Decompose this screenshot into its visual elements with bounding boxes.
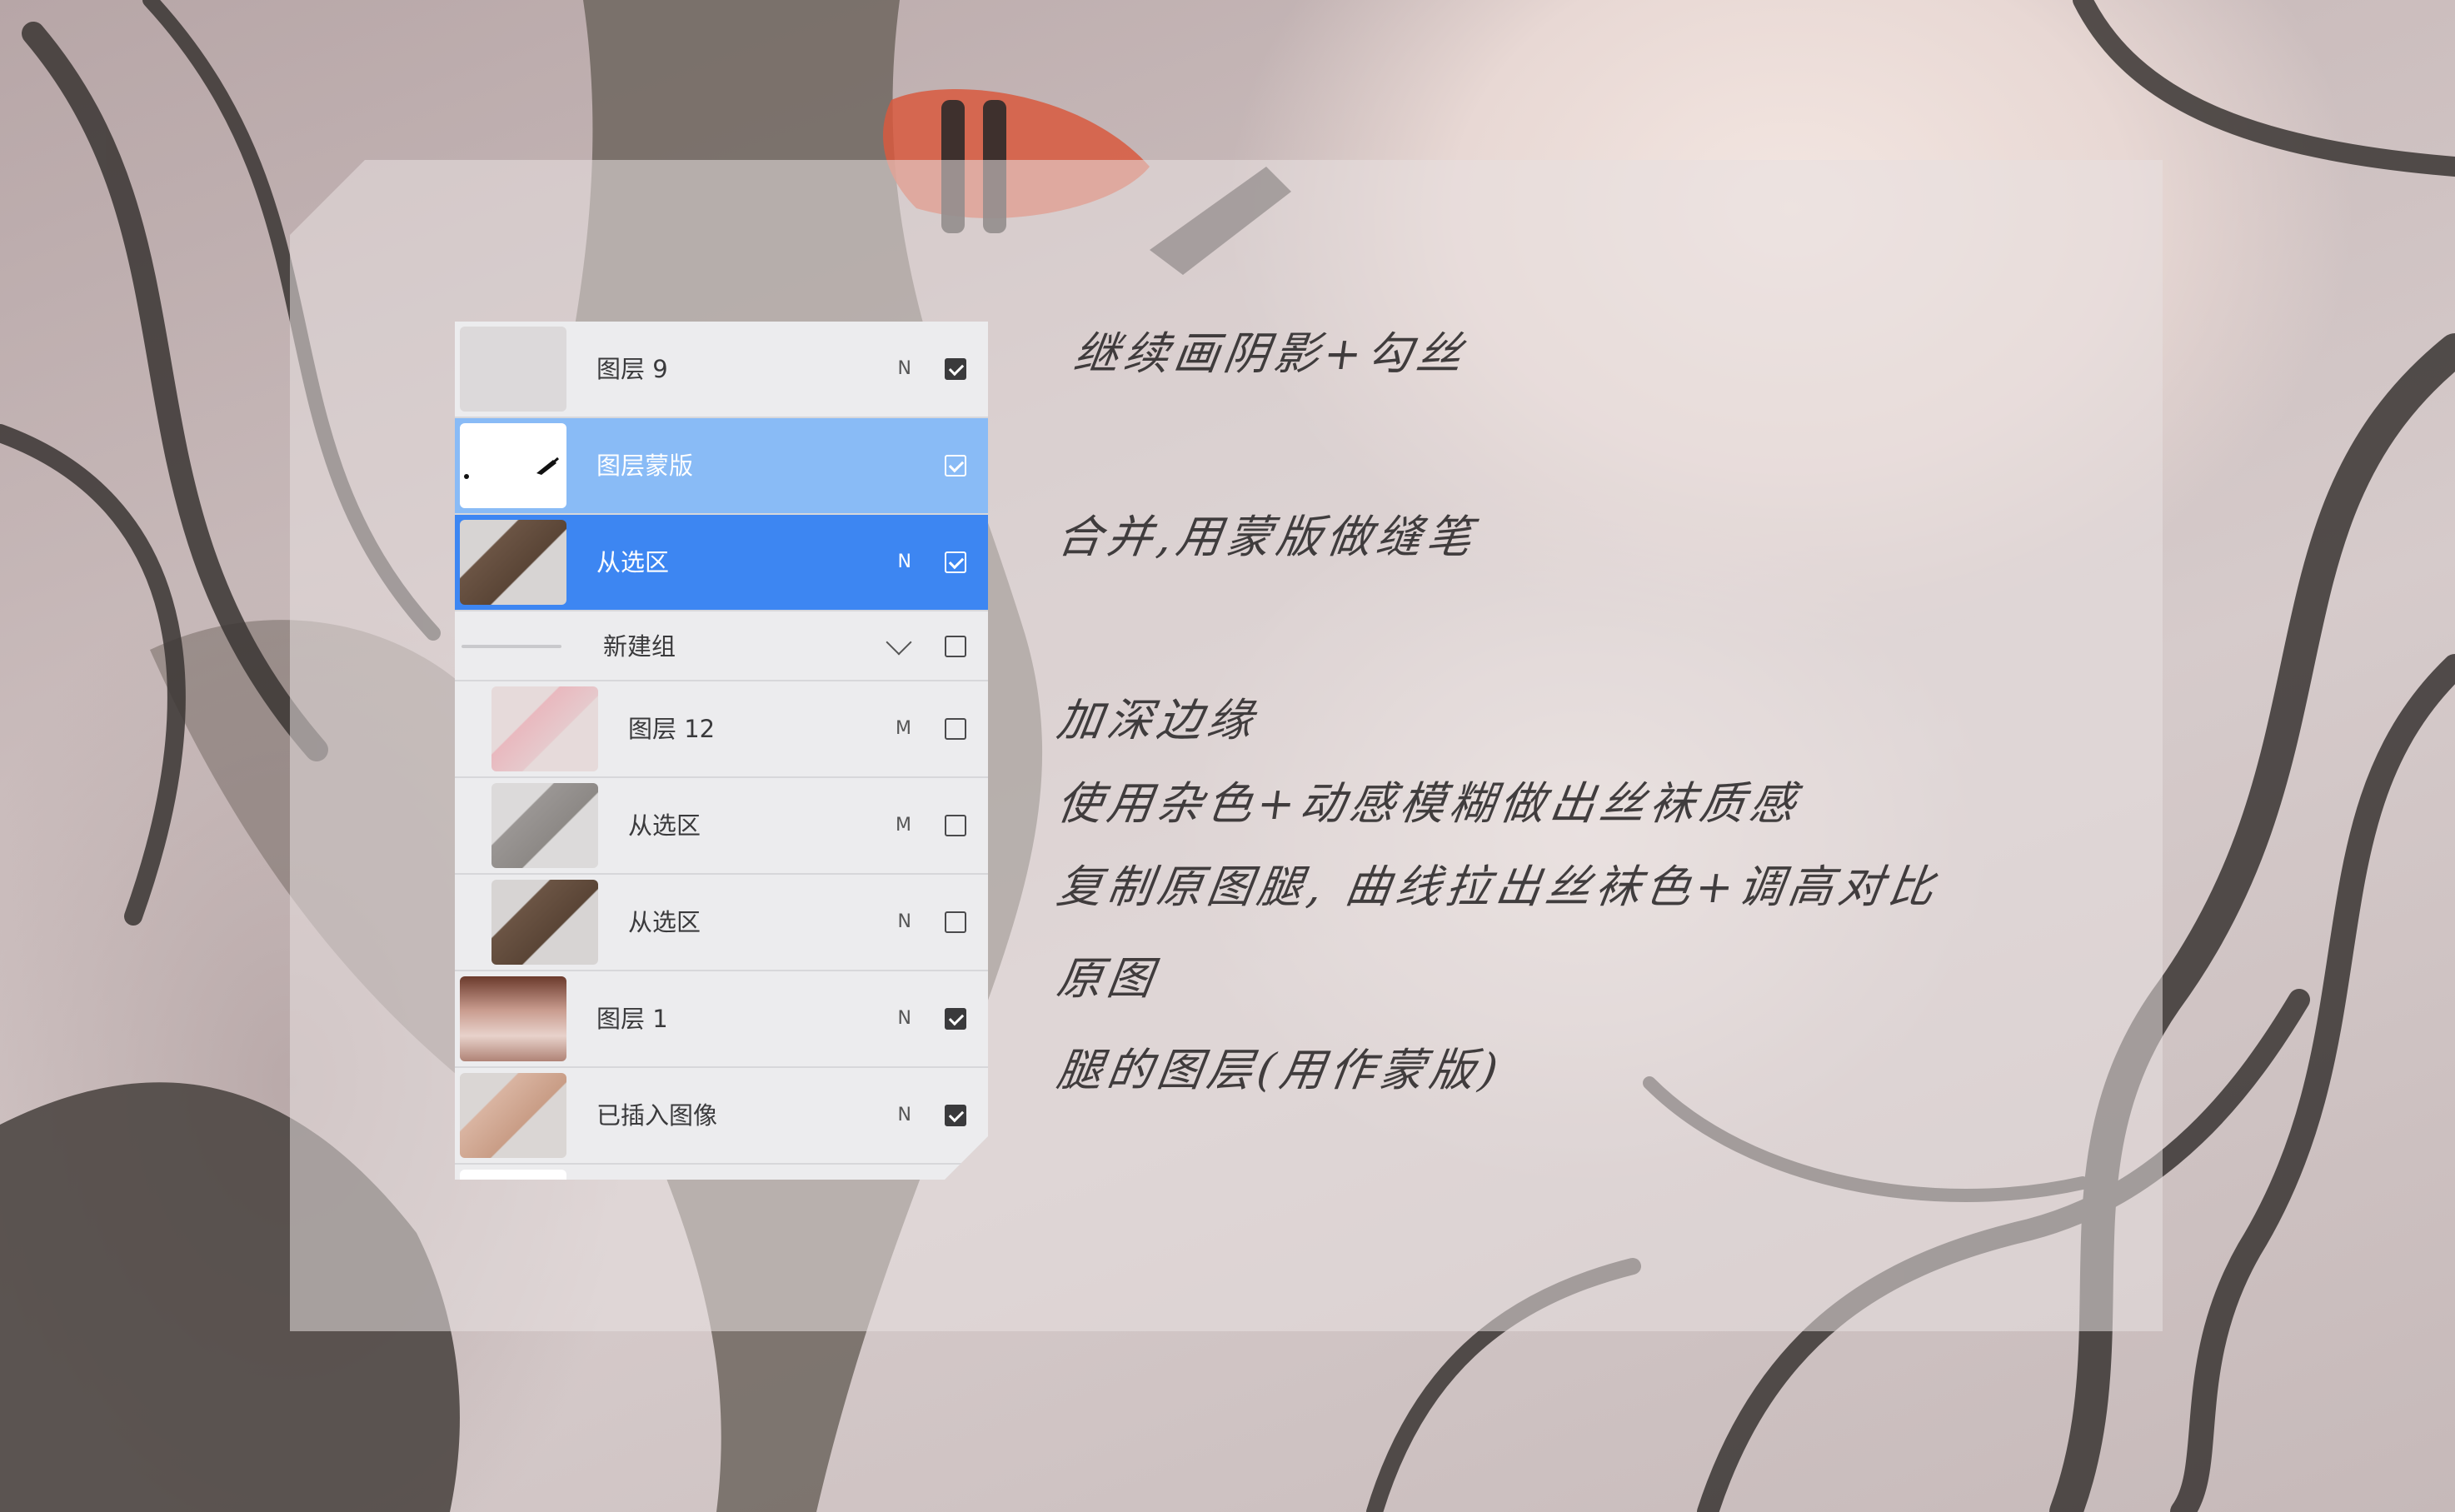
handwritten-note: 原图 [1053,952,1161,1005]
layer-row[interactable]: 图层 1 N [455,971,988,1068]
visibility-checkbox[interactable] [945,1105,966,1126]
layer-thumbnail [460,520,566,605]
chevron-down-icon[interactable] [886,629,911,655]
handwritten-note: 复制原图腿, 曲线拉出丝袜色+调高对比 [1053,861,1943,913]
layer-thumbnail [460,976,566,1061]
blend-mode-button[interactable]: N [898,971,911,1066]
layer-thumbnail [460,327,566,412]
layer-row[interactable]: 从选区 M [455,778,988,875]
visibility-checkbox[interactable] [945,455,966,477]
layer-name: 已插入图像 [596,1101,718,1130]
layer-thumbnail [491,783,598,868]
blend-mode-button[interactable]: M [896,681,911,776]
layer-name: 从选区 [628,811,701,840]
layer-row[interactable]: 图层 9 N [455,322,988,418]
layers-panel[interactable]: 图层 9 N 图层蒙版 从选区 N 新建组 图层 12 M 从选区 M 从选区 N 图层 1 N 已插入图像… [455,322,988,1180]
layer-name: 图层 9 [596,355,668,383]
group-indicator [462,645,561,648]
layer-row[interactable]: 从选区 N [455,515,988,611]
blend-mode-button[interactable]: N [898,1068,911,1163]
layer-name: 图层 12 [628,715,716,743]
blend-mode-button[interactable]: N [898,515,911,610]
layer-row[interactable]: 新建组 [455,611,988,681]
layer-thumbnail [460,1170,566,1180]
visibility-checkbox[interactable] [945,358,966,380]
layer-row-partial[interactable] [455,1165,988,1180]
visibility-checkbox[interactable] [945,815,966,836]
handwritten-note: 继续画阴影+勾丝 [1070,327,1470,380]
layer-thumbnail [460,423,566,508]
handwritten-note: 合并,用蒙版做缝笔 [1053,511,1480,563]
visibility-checkbox[interactable] [945,636,966,657]
layer-row[interactable]: 图层 12 M [455,681,988,778]
layer-name: 新建组 [603,632,676,661]
handwritten-note: 腿的图层(用作蒙版) [1053,1044,1506,1096]
layer-row[interactable]: 已插入图像 N [455,1068,988,1165]
handwritten-note: 加深边缘 [1053,694,1261,746]
layer-name: 从选区 [596,548,670,576]
handwritten-note: 使用杂色+动感模糊做出丝袜质感 [1053,777,1804,830]
blend-mode-button[interactable]: N [898,875,911,970]
layer-name: 从选区 [628,908,701,936]
visibility-checkbox[interactable] [945,911,966,933]
visibility-checkbox[interactable] [945,551,966,573]
layer-thumbnail [491,880,598,965]
layer-name: 图层蒙版 [596,452,694,480]
blend-mode-button[interactable]: M [896,778,911,873]
layer-thumbnail [491,686,598,771]
blend-mode-button[interactable]: N [898,322,911,417]
visibility-checkbox[interactable] [945,718,966,740]
visibility-checkbox[interactable] [945,1008,966,1030]
layer-thumbnail [460,1073,566,1158]
layer-name: 图层 1 [596,1005,668,1033]
layer-row[interactable]: 图层蒙版 [455,418,988,515]
layer-row[interactable]: 从选区 N [455,875,988,971]
